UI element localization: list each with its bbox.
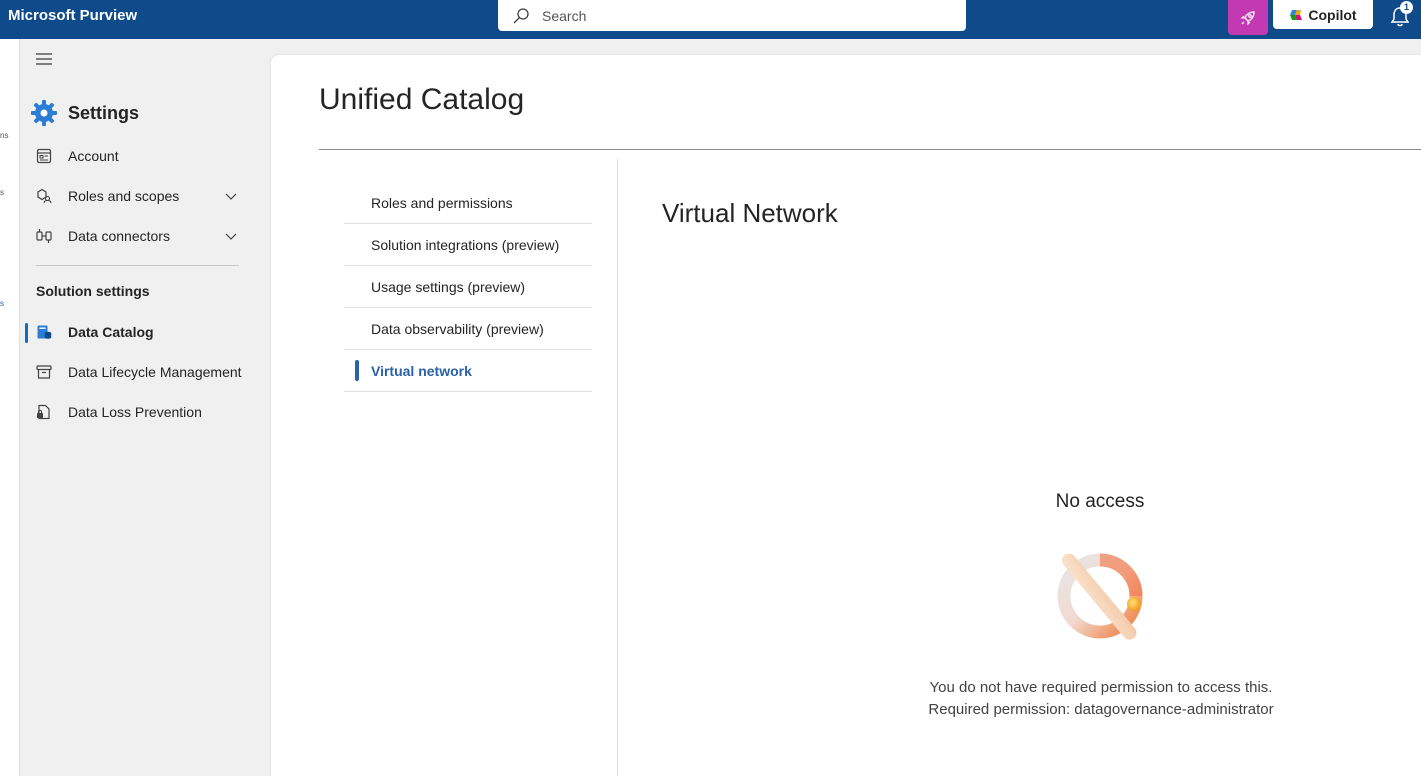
settings-sidebar: Settings Account Roles and scopes Data c… — [20, 39, 264, 776]
dlp-icon — [37, 404, 50, 420]
settings-header: Settings — [30, 99, 139, 127]
hamburger-menu-icon[interactable] — [36, 53, 52, 65]
page-title: Unified Catalog — [319, 83, 525, 116]
app-title[interactable]: Microsoft Purview — [8, 0, 137, 31]
sidebar-item-label: Account — [68, 148, 119, 164]
chevron-down-icon[interactable] — [224, 229, 238, 243]
notification-badge: 1 — [1400, 1, 1413, 14]
connectors-icon — [36, 229, 52, 243]
sub-nav-solution-integrations[interactable]: Solution integrations (preview) — [344, 224, 592, 266]
sidebar-item-label: Data Loss Prevention — [68, 404, 202, 420]
gear-icon — [31, 100, 57, 126]
left-rail: ns s s — [0, 39, 20, 776]
search-input[interactable] — [542, 7, 942, 24]
rail-fragment: s — [0, 188, 4, 197]
sidebar-item-account[interactable]: Account — [20, 138, 264, 174]
roles-icon — [37, 188, 52, 204]
section-heading: Solution settings — [36, 283, 150, 299]
no-access-title: No access — [1055, 491, 1145, 512]
sidebar-item-label: Roles and scopes — [68, 188, 180, 204]
sidebar-item-data-connectors[interactable]: Data connectors — [20, 218, 264, 254]
copilot-button[interactable]: Copilot — [1273, 0, 1373, 29]
sub-nav-data-observability[interactable]: Data observability (preview) — [344, 308, 592, 350]
copilot-label: Copilot — [1308, 6, 1357, 23]
sub-nav-virtual-network[interactable]: Virtual network — [344, 350, 592, 392]
section-title: Virtual Network — [662, 198, 838, 228]
vertical-divider — [617, 159, 618, 776]
sub-nav-usage-settings[interactable]: Usage settings (preview) — [344, 266, 592, 308]
title-divider — [319, 149, 1421, 150]
sidebar-item-label: Data Catalog — [68, 324, 154, 340]
rail-fragment: ns — [0, 131, 9, 140]
sub-nav-roles-and-permissions[interactable]: Roles and permissions — [344, 182, 592, 224]
sidebar-item-data-catalog[interactable]: Data Catalog — [20, 314, 264, 350]
copilot-icon — [1290, 9, 1303, 20]
no-access-message-line: You do not have required permission to a… — [929, 679, 1273, 696]
sidebar-divider — [36, 265, 239, 266]
main-content: Unified Catalog Roles and permissions So… — [271, 55, 1421, 776]
required-permission-line: Required permission: datagovernance-admi… — [928, 701, 1274, 718]
lifecycle-icon — [36, 365, 52, 379]
no-access-message: You do not have required permission to a… — [851, 677, 1351, 721]
settings-sub-nav: Roles and permissions Solution integrati… — [344, 182, 592, 392]
sidebar-title: Settings — [68, 102, 140, 123]
data-catalog-icon — [37, 325, 52, 339]
account-icon — [36, 148, 52, 164]
top-bar: Microsoft Purview Copilot 1 — [0, 0, 1421, 39]
no-access-icon — [1057, 553, 1143, 640]
chevron-down-icon[interactable] — [224, 189, 238, 203]
active-indicator — [25, 323, 28, 343]
sidebar-item-roles-and-scopes[interactable]: Roles and scopes — [20, 178, 264, 214]
sidebar-item-data-loss-prevention[interactable]: Data Loss Prevention — [20, 394, 264, 430]
rail-fragment: s — [0, 299, 4, 308]
search-icon — [513, 7, 529, 23]
search-box[interactable] — [498, 0, 966, 31]
sidebar-item-label: Data connectors — [68, 228, 170, 244]
sidebar-item-label: Data Lifecycle Management — [68, 364, 242, 380]
rocket-icon — [1240, 10, 1255, 25]
rocket-button[interactable] — [1228, 0, 1268, 35]
sidebar-item-data-lifecycle-management[interactable]: Data Lifecycle Management — [20, 354, 264, 390]
